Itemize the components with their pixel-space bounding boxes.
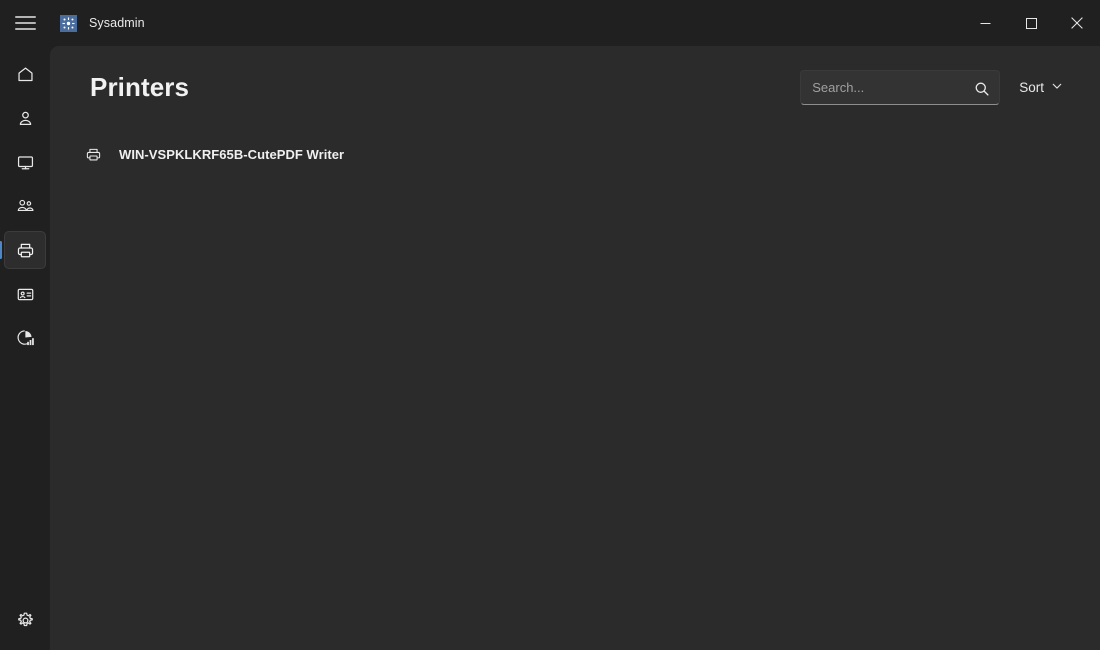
- hamburger-bar: [15, 16, 36, 18]
- maximize-icon[interactable]: [1008, 0, 1054, 46]
- page-title: Printers: [90, 72, 189, 103]
- list-item[interactable]: WIN-VSPKLKRF65B-CutePDF Writer: [70, 138, 1080, 170]
- hamburger-bar: [15, 22, 36, 24]
- printer-icon: [16, 241, 35, 260]
- sidebar-item-contacts[interactable]: [4, 275, 46, 313]
- gear-icon: [16, 611, 35, 630]
- sidebar-nav-top: [4, 52, 46, 360]
- printer-list: WIN-VSPKLKRF65B-CutePDF Writer: [50, 138, 1100, 170]
- sidebar-item-user[interactable]: [4, 99, 46, 137]
- app-window: Sysadmin: [0, 0, 1100, 650]
- sidebar: [0, 46, 50, 650]
- title-bar: Sysadmin: [0, 0, 1100, 46]
- sidebar-item-settings[interactable]: [4, 601, 46, 639]
- sysadmin-starburst-icon: [60, 15, 77, 32]
- page-header: Printers Sort: [50, 46, 1100, 138]
- sidebar-nav-bottom: [4, 598, 46, 642]
- close-icon[interactable]: [1054, 0, 1100, 46]
- person-icon: [16, 109, 35, 128]
- sidebar-item-home[interactable]: [4, 55, 46, 93]
- hamburger-bar: [15, 28, 36, 30]
- content-panel: Printers Sort: [50, 46, 1100, 650]
- sidebar-item-printers[interactable]: [4, 231, 46, 269]
- chevron-down-icon: [1051, 79, 1063, 97]
- id-card-icon: [16, 285, 35, 304]
- sidebar-item-groups[interactable]: [4, 187, 46, 225]
- people-icon: [15, 196, 35, 216]
- search-icon[interactable]: [969, 76, 994, 101]
- printer-icon: [84, 145, 102, 163]
- hamburger-menu-icon[interactable]: [0, 0, 50, 46]
- sort-label: Sort: [1019, 80, 1044, 95]
- sort-button[interactable]: Sort: [1012, 73, 1070, 103]
- sidebar-item-reports[interactable]: [4, 319, 46, 357]
- header-tools: Sort: [800, 70, 1070, 105]
- printer-name: WIN-VSPKLKRF65B-CutePDF Writer: [119, 147, 344, 162]
- monitor-icon: [16, 153, 35, 172]
- home-icon: [16, 65, 35, 84]
- window-controls: [962, 0, 1100, 46]
- app-title: Sysadmin: [89, 16, 145, 30]
- pie-chart-icon: [15, 328, 35, 348]
- minimize-icon[interactable]: [962, 0, 1008, 46]
- search-box[interactable]: [800, 70, 1000, 105]
- sidebar-item-computers[interactable]: [4, 143, 46, 181]
